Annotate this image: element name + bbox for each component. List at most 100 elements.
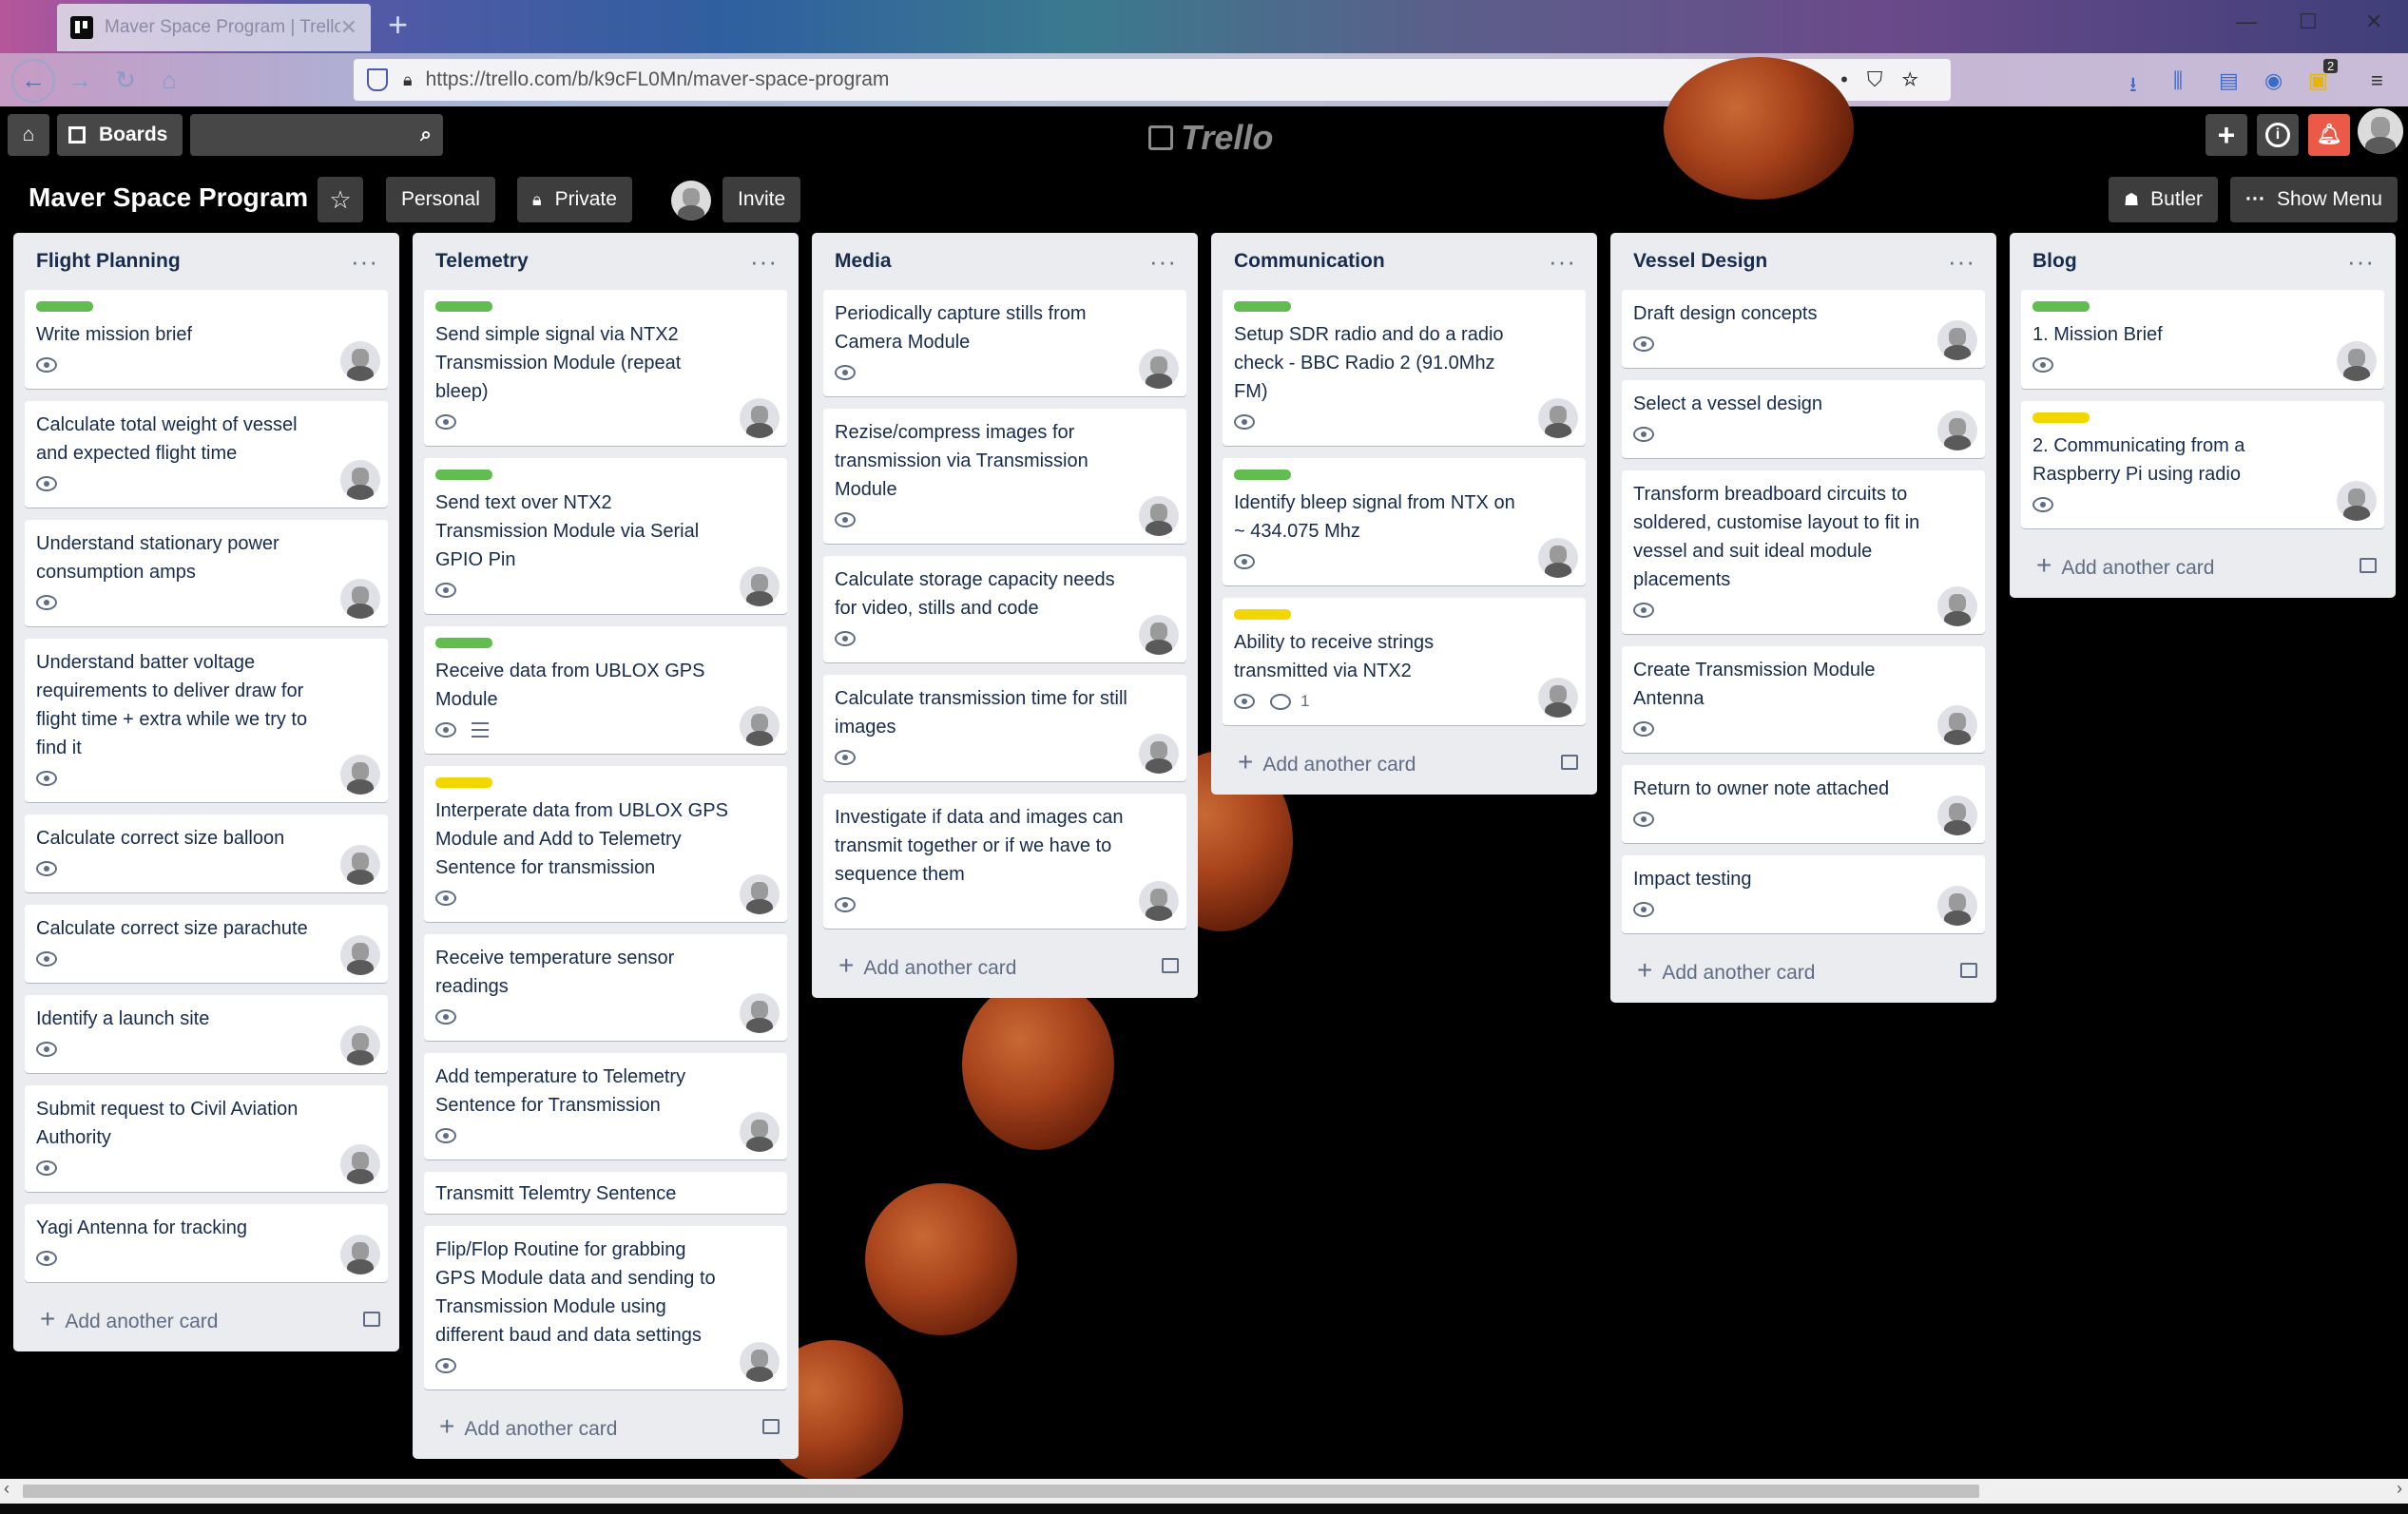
card[interactable]: Calculate total weight of vessel and exp… <box>25 401 388 508</box>
home-button[interactable]: ⌂ <box>8 114 49 156</box>
card-member-avatar[interactable] <box>340 579 380 619</box>
card-template-icon[interactable] <box>2360 558 2377 573</box>
card[interactable]: Impact testing <box>1622 855 1985 933</box>
add-card-button[interactable]: + Add another card <box>25 1294 388 1344</box>
card-label-yellow[interactable] <box>1234 609 1291 620</box>
card[interactable]: Yagi Antenna for tracking <box>25 1204 388 1282</box>
card-member-avatar[interactable] <box>340 1144 380 1184</box>
card[interactable]: Rezise/compress images for transmission … <box>823 409 1186 544</box>
card[interactable]: Add temperature to Telemetry Sentence fo… <box>424 1053 787 1159</box>
card-member-avatar[interactable] <box>340 1025 380 1065</box>
card[interactable]: Setup SDR radio and do a radio check - B… <box>1223 290 1586 446</box>
card[interactable]: Understand stationary power consumption … <box>25 520 388 626</box>
card-member-avatar[interactable] <box>1538 398 1578 438</box>
scrollbar-thumb[interactable] <box>23 1485 1979 1498</box>
card-member-avatar[interactable] <box>1139 349 1179 389</box>
boards-button[interactable]: Boards <box>57 114 183 156</box>
card-template-icon[interactable] <box>1561 755 1578 770</box>
board-title[interactable]: Maver Space Program <box>29 182 308 213</box>
card[interactable]: Understand batter voltage requirements t… <box>25 639 388 802</box>
card-member-avatar[interactable] <box>340 755 380 795</box>
list-title[interactable]: Media <box>835 250 892 273</box>
add-card-button[interactable]: + Add another card <box>2021 541 2384 590</box>
team-button[interactable]: Personal <box>386 177 495 222</box>
card[interactable]: Ability to receive strings transmitted v… <box>1223 598 1586 725</box>
card[interactable]: Transform breadboard circuits to soldere… <box>1622 470 1985 634</box>
trello-logo[interactable]: Trello <box>1148 118 1273 158</box>
list-menu-icon[interactable]: ··· <box>750 249 778 274</box>
card-member-avatar[interactable] <box>1139 496 1179 536</box>
card-member-avatar[interactable] <box>340 341 380 381</box>
card-member-avatar[interactable] <box>1139 881 1179 921</box>
menu-icon[interactable]: ≡ <box>2371 68 2383 93</box>
card-member-avatar[interactable] <box>740 566 780 606</box>
close-window-icon[interactable]: ✕ <box>2365 10 2382 34</box>
card[interactable]: Identify a launch site <box>25 995 388 1073</box>
list-title[interactable]: Blog <box>2032 250 2077 273</box>
card[interactable]: Create Transmission Module Antenna <box>1622 646 1985 753</box>
url-text[interactable]: https://trello.com/b/k9cFL0Mn/maver-spac… <box>426 68 1788 91</box>
card[interactable]: 1. Mission Brief <box>2021 290 2384 389</box>
horizontal-scrollbar[interactable]: ‹ › <box>0 1479 2408 1504</box>
card-member-avatar[interactable] <box>2337 341 2377 381</box>
card-template-icon[interactable] <box>363 1312 380 1327</box>
card-member-avatar[interactable] <box>1538 678 1578 718</box>
card[interactable]: Transmitt Telemtry Sentence <box>424 1172 787 1214</box>
home-icon[interactable]: ⌂ <box>150 61 188 99</box>
card-member-avatar[interactable] <box>1139 615 1179 655</box>
card-member-avatar[interactable] <box>340 935 380 975</box>
card[interactable]: Calculate storage capacity needs for vid… <box>823 556 1186 662</box>
card-member-avatar[interactable] <box>1937 705 1977 745</box>
card-label-green[interactable] <box>435 470 492 480</box>
card-member-avatar[interactable] <box>1937 886 1977 926</box>
minimize-icon[interactable]: — <box>2236 10 2257 34</box>
card[interactable]: Receive data from UBLOX GPS Module <box>424 626 787 754</box>
scroll-right-icon[interactable]: › <box>2397 1479 2402 1499</box>
lock-icon[interactable]: 🔒︎ <box>403 70 413 90</box>
card[interactable]: Draft design concepts <box>1622 290 1985 368</box>
card-label-green[interactable] <box>435 638 492 648</box>
card[interactable]: Flip/Flop Routine for grabbing GPS Modul… <box>424 1226 787 1389</box>
card[interactable]: 2. Communicating from a Raspberry Pi usi… <box>2021 401 2384 528</box>
download-icon[interactable]: ⭳ <box>2129 68 2137 105</box>
card-label-green[interactable] <box>435 301 492 312</box>
account-icon[interactable]: ◉ <box>2264 68 2283 93</box>
list-title[interactable]: Flight Planning <box>36 250 181 273</box>
card[interactable]: Calculate correct size balloon <box>25 814 388 892</box>
list-menu-icon[interactable]: ··· <box>1549 249 1576 274</box>
list-menu-icon[interactable]: ··· <box>2347 249 2375 274</box>
card[interactable]: Calculate transmission time for still im… <box>823 675 1186 781</box>
search-input[interactable]: ⌕ <box>190 114 443 156</box>
card-member-avatar[interactable] <box>740 874 780 914</box>
card-member-avatar[interactable] <box>740 993 780 1033</box>
library-icon[interactable]: ⫼ <box>2173 68 2183 93</box>
card[interactable]: Receive temperature sensor readings <box>424 934 787 1041</box>
card-label-yellow[interactable] <box>435 777 492 788</box>
card-member-avatar[interactable] <box>340 845 380 885</box>
card-member-avatar[interactable] <box>740 706 780 746</box>
card-member-avatar[interactable] <box>340 460 380 500</box>
tracking-shield-icon[interactable] <box>367 68 388 91</box>
card-template-icon[interactable] <box>1960 963 1977 978</box>
visibility-button[interactable]: 🔒︎ Private <box>517 177 632 222</box>
card-label-green[interactable] <box>1234 470 1291 480</box>
create-button[interactable]: + <box>2206 114 2247 156</box>
forward-arrow-icon[interactable]: → <box>61 61 99 99</box>
list-menu-icon[interactable]: ··· <box>1948 249 1975 274</box>
add-card-button[interactable]: + Add another card <box>1622 946 1985 995</box>
card[interactable]: Identify bleep signal from NTX on ~ 434.… <box>1223 458 1586 585</box>
list-title[interactable]: Telemetry <box>435 250 529 273</box>
card-member-avatar[interactable] <box>740 1342 780 1382</box>
card[interactable]: Calculate correct size parachute <box>25 905 388 983</box>
butler-button[interactable]: ☗ Butler <box>2109 177 2218 222</box>
invite-button[interactable]: Invite <box>722 177 801 222</box>
show-menu-button[interactable]: ··· Show Menu <box>2230 177 2398 222</box>
card[interactable]: Investigate if data and images can trans… <box>823 794 1186 929</box>
card-label-green[interactable] <box>2032 301 2090 312</box>
card-member-avatar[interactable] <box>1538 538 1578 578</box>
card-member-avatar[interactable] <box>2337 481 2377 521</box>
card-label-green[interactable] <box>1234 301 1291 312</box>
card-label-yellow[interactable] <box>2032 412 2090 423</box>
list-title[interactable]: Vessel Design <box>1633 250 1767 273</box>
card[interactable]: Submit request to Civil Aviation Authori… <box>25 1085 388 1192</box>
